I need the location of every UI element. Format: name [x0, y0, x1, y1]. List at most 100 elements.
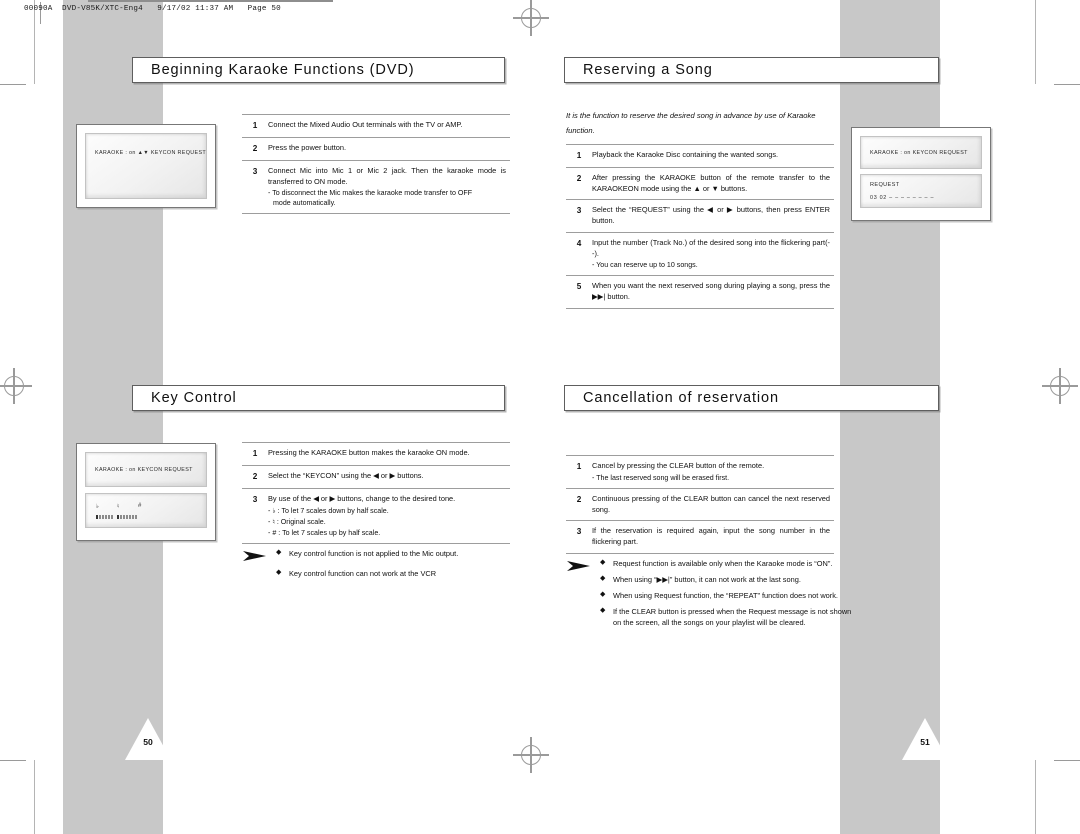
osd-screen-bottom: ♭ ♮ # — [85, 493, 207, 529]
step-text: By use of the ◀ or ▶ buttons, change to … — [268, 493, 456, 503]
page-number-text: 51 — [920, 737, 930, 747]
step-number: 1 — [252, 449, 258, 458]
diamond-bullet-icon: ◆ — [600, 607, 606, 615]
step-text: Cancel by pressing the CLEAR button of t… — [592, 461, 765, 470]
list-item: ◆ Key control function is not applied to… — [276, 548, 532, 559]
note-text: Key control function is not applied to t… — [289, 549, 459, 558]
sharp-symbol-icon: # — [138, 503, 142, 510]
trim-tick-left-bottom — [0, 760, 26, 762]
list-item: ◆ If the CLEAR button is pressed when th… — [600, 606, 856, 628]
table-row: 4 Input the number (Track No.) of the de… — [566, 231, 834, 276]
step-text: Playback the Karaoke Disc containing the… — [592, 150, 779, 159]
step-number: 3 — [576, 206, 582, 216]
registration-mark-left — [0, 368, 32, 404]
table-row: 2 Select the “KEYCON” using the ◀ or ▶ b… — [242, 464, 510, 488]
osd-request-slots: 03 02 – – – – – – – – — [870, 194, 935, 201]
step-text: Connect Mic into Mic 1 or Mic 2 jack. Th… — [268, 165, 506, 186]
illustration-beginning-karaoke: KARAOKE : on ▲▼ KEYCON REQUEST — [76, 124, 216, 208]
list-item: ◆ When using “▶▶|” button, it can not wo… — [600, 574, 856, 585]
step-text: If the reservation is required again, in… — [592, 526, 830, 546]
step-number: 3 — [252, 166, 258, 176]
notes-key-control: ◆ Key control function is not applied to… — [242, 548, 532, 584]
note-text: Request function is available only when … — [613, 559, 833, 568]
step-number: 2 — [576, 494, 582, 504]
table-row: 2 Continuous pressing of the CLEAR butto… — [566, 487, 834, 520]
section-title-beginning-karaoke: Beginning Karaoke Functions (DVD) — [132, 57, 505, 83]
step-subtext: - The last reserved song will be erased … — [592, 473, 730, 482]
page-number-right: 51 — [902, 718, 948, 760]
table-row: 3 By use of the ◀ or ▶ buttons, change t… — [242, 487, 510, 544]
table-row: 1 Playback the Karaoke Disc containing t… — [566, 144, 834, 167]
table-row: 1 Pressing the KARAOKE button makes the … — [242, 442, 510, 465]
illustration-key-control: KARAOKE : on KEYCON REQUEST ♭ ♮ # — [76, 443, 216, 541]
step-number: 2 — [576, 173, 582, 183]
step-number: 4 — [576, 238, 582, 248]
step-subtext: - ♭ : To let 7 scales down by half scale… — [268, 506, 389, 515]
table-row: 3 Connect Mic into Mic 1 or Mic 2 jack. … — [242, 159, 510, 215]
step-number: 2 — [252, 471, 258, 481]
diamond-bullet-icon: ◆ — [276, 569, 282, 577]
note-text: When using “▶▶|” button, it can not work… — [613, 575, 801, 585]
steps-key-control: 1 Pressing the KARAOKE button makes the … — [242, 442, 510, 544]
trim-tick-right-top — [1054, 84, 1080, 86]
step-number: 2 — [252, 143, 258, 153]
trim-tick-right-bottom — [1054, 760, 1080, 762]
flat-symbol-icon: ♭ — [96, 504, 99, 511]
table-row: 1 Connect the Mixed Audio Out terminals … — [242, 114, 510, 137]
step-text: Pressing the KARAOKE button makes the ka… — [268, 448, 470, 457]
diamond-bullet-icon: ◆ — [276, 549, 282, 556]
step-text: Continuous pressing of the CLEAR button … — [592, 493, 830, 514]
osd-screen-top: KARAOKE : on KEYCON REQUEST — [860, 136, 982, 169]
list-item: ◆ When using Request function, the “REPE… — [600, 590, 856, 601]
step-subtext: - You can reserve up to 10 songs. — [592, 261, 698, 270]
table-row: 2 Press the power button. — [242, 136, 510, 160]
page-left: Beginning Karaoke Functions (DVD) KARAOK… — [76, 0, 533, 834]
step-number: 3 — [252, 494, 258, 504]
key-scale-meter-right — [117, 515, 137, 520]
note-text: Key control function can not work at the… — [289, 569, 437, 579]
step-subtext: - To disconnect the Mic makes the karaok… — [268, 189, 473, 198]
diamond-bullet-icon: ◆ — [600, 591, 606, 599]
table-row: 5 When you want the next reserved song d… — [566, 275, 834, 309]
table-row: 3 Select the “REQUEST” using the ◀ or ▶ … — [566, 199, 834, 231]
step-text: When you want the next reserved song dur… — [592, 281, 830, 302]
step-text: Select the “KEYCON” using the ◀ or ▶ but… — [268, 470, 424, 480]
step-text: Connect the Mixed Audio Out terminals wi… — [268, 120, 463, 129]
notes-cancellation: ◆ Request function is available only whe… — [566, 558, 856, 634]
print-sheet: 00090A DVD-V85K/XTC-Eng4 9/17/02 11:37 A… — [0, 0, 1080, 834]
osd-screen-bottom: REQUEST 03 02 – – – – – – – – — [860, 173, 982, 208]
step-number: 5 — [576, 282, 582, 292]
table-row: 2 After pressing the KARAOKE button of t… — [566, 166, 834, 199]
table-row: 1 Cancel by pressing the CLEAR button of… — [566, 455, 834, 488]
step-subtext: - ♮ : Original scale. — [268, 517, 326, 526]
diamond-bullet-icon: ◆ — [600, 559, 606, 566]
step-subtext: - # : To let 7 scales up by half scale. — [268, 528, 381, 537]
step-subtext: mode automatically. — [273, 199, 336, 208]
natural-symbol-icon: ♮ — [117, 504, 120, 511]
table-row: 3 If the reservation is required again, … — [566, 520, 834, 554]
step-text: After pressing the KARAOKE button of the… — [592, 172, 830, 193]
steps-beginning-karaoke: 1 Connect the Mixed Audio Out terminals … — [242, 114, 510, 215]
osd-status-line: KARAOKE : on KEYCON REQUEST — [870, 150, 968, 156]
osd-request-label: REQUEST — [870, 181, 900, 188]
note-text: When using Request function, the “REPEAT… — [613, 591, 838, 601]
trim-rule-right-bottom — [1035, 760, 1037, 834]
key-scale-meter-left — [96, 515, 113, 520]
note-text: If the CLEAR button is pressed when the … — [613, 607, 852, 628]
osd-status-line: KARAOKE : on KEYCON REQUEST — [95, 467, 193, 473]
steps-cancellation: 1 Cancel by pressing the CLEAR button of… — [566, 455, 834, 554]
section-intro-text: It is the function to reserve the desire… — [566, 111, 816, 136]
trim-rule-left-bottom — [34, 760, 36, 834]
page-right: Reserving a Song It is the function to r… — [550, 0, 991, 834]
osd-screen-top: KARAOKE : on KEYCON REQUEST — [85, 452, 207, 488]
steps-reserving-a-song: 1 Playback the Karaoke Disc containing t… — [566, 144, 834, 309]
list-item: ◆ Key control function can not work at t… — [276, 568, 532, 579]
section-title-key-control: Key Control — [132, 385, 505, 411]
step-number: 1 — [576, 151, 582, 160]
step-text: Press the power button. — [268, 142, 347, 152]
page-number-text: 50 — [143, 737, 153, 747]
section-title-reserving-a-song: Reserving a Song — [564, 57, 939, 83]
osd-screen: KARAOKE : on ▲▼ KEYCON REQUEST — [85, 133, 207, 199]
list-item: ◆ Request function is available only whe… — [600, 558, 856, 569]
step-text: Select the “REQUEST” using the ◀ or ▶ bu… — [592, 205, 830, 226]
